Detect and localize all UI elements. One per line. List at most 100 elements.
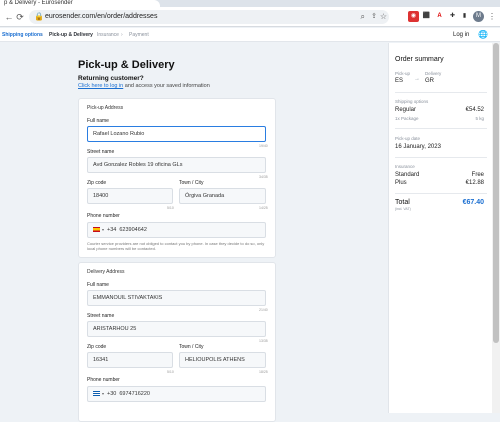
delivery-full-name-input[interactable]: EMMANOUIL STIVAKTAKIS — [87, 290, 266, 306]
reload-icon[interactable]: ⟳ — [14, 11, 26, 23]
pickup-label: Pick-up — [395, 71, 411, 76]
page-scrollbar[interactable] — [492, 43, 500, 413]
total-vat-note: (incl. VAT) — [395, 207, 411, 211]
field-label: Phone number — [87, 377, 120, 383]
address-bar[interactable]: 🔒 eurosender.com/en/order/addresses ⌕ ⇪ … — [29, 10, 389, 24]
returning-customer-title: Returning customer? — [78, 75, 144, 82]
pdf-extension-icon[interactable]: ⬛ — [421, 11, 432, 22]
pickup-full-name-input[interactable]: Rafael Lozano Rubio — [87, 126, 266, 142]
chevron-right-icon: › — [121, 32, 123, 38]
char-count: 13/35 — [259, 339, 268, 343]
char-count: 5/10 — [167, 370, 174, 374]
checkout-header: Shipping options › Pick-up & Delivery › … — [0, 28, 500, 42]
char-count: 34/35 — [259, 175, 268, 179]
char-count: 5/10 — [167, 206, 174, 210]
pickup-phone-input[interactable]: ▾ +34 623904642 — [87, 222, 266, 238]
returning-suffix: and access your saved information — [123, 83, 210, 89]
insurance-plus: Plus — [395, 180, 407, 186]
step-shipping-options[interactable]: Shipping options — [2, 28, 43, 42]
card-title: Delivery Address — [87, 269, 125, 275]
chevron-right-icon: › — [89, 32, 91, 38]
delivery-street-input[interactable]: ARISTARHOU 25 — [87, 321, 266, 337]
field-label: Town / City — [179, 180, 204, 186]
url-text: eurosender.com/en/order/addresses — [45, 13, 158, 20]
card-title: Pick-up Address — [87, 105, 124, 111]
scrollbar-thumb[interactable] — [493, 43, 499, 343]
chevron-down-icon[interactable]: ▾ — [102, 227, 104, 232]
step-insurance: Insurance — [97, 32, 119, 38]
puzzle-extensions-icon[interactable]: ✚ — [447, 11, 458, 22]
char-count: 19/40 — [259, 144, 268, 148]
divider — [395, 92, 487, 93]
lock-icon: 🔒 — [34, 12, 44, 21]
phone-number: 623904642 — [119, 227, 147, 233]
total-label: Total — [395, 199, 410, 206]
globe-icon[interactable]: 🌐 — [478, 28, 488, 42]
delivery-country: GR — [425, 78, 434, 84]
phone-code: +34 — [107, 227, 117, 233]
total-value: €67.40 — [462, 199, 484, 206]
returning-customer-text: Click here to log in and access your sav… — [78, 83, 210, 89]
char-count: 21/40 — [259, 308, 268, 312]
package-label: 1x Package — [395, 116, 419, 121]
greece-flag-icon[interactable] — [93, 391, 100, 397]
spain-flag-icon[interactable] — [93, 227, 100, 233]
field-label: Street name — [87, 149, 115, 155]
divider — [395, 128, 487, 129]
browser-tabbar: p & Delivery - Eurosender — [0, 0, 500, 7]
chevron-right-icon: › — [41, 32, 43, 38]
profile-avatar[interactable]: M — [473, 11, 484, 22]
field-label: Town / City — [179, 344, 204, 350]
chevron-down-icon[interactable]: ▾ — [102, 391, 104, 396]
arrow-right-icon: → — [414, 76, 420, 82]
delivery-label: Delivery — [425, 71, 442, 76]
delivery-phone-input[interactable]: ▾ +30 6974716220 — [87, 386, 266, 402]
pickup-date-label: Pick-up date — [395, 136, 421, 141]
bookmark-star-icon[interactable]: ☆ — [380, 10, 387, 24]
browser-tab[interactable]: p & Delivery - Eurosender — [0, 0, 160, 7]
field-label: Full name — [87, 118, 109, 124]
delivery-city-input[interactable]: HELIOUPOLIS ATHENS — [179, 352, 266, 368]
phone-number: 6974716220 — [119, 391, 150, 397]
zoom-icon[interactable]: ⌕ — [361, 10, 365, 24]
acrobat-icon[interactable]: A — [434, 11, 445, 22]
delivery-address-card: Delivery Address Full name EMMANOUIL STI… — [78, 262, 276, 422]
summary-title: Order summary — [395, 56, 444, 63]
char-count: 14/25 — [259, 206, 268, 210]
login-here-link[interactable]: Click here to log in — [78, 83, 123, 89]
divider — [395, 157, 487, 158]
char-count: 18/25 — [259, 370, 268, 374]
browser-toolbar: ← ⟳ 🔒 eurosender.com/en/order/addresses … — [0, 7, 500, 27]
insurance-standard-price: Free — [471, 172, 484, 178]
shipping-name: Regular — [395, 107, 417, 113]
shipping-price: €54.52 — [465, 107, 484, 113]
field-label: Zip code — [87, 180, 107, 186]
phone-code: +30 — [107, 391, 117, 397]
package-weight: 5 kg — [475, 116, 484, 121]
divider — [395, 193, 487, 194]
pickup-address-card: Pick-up Address Full name Rafael Lozano … — [78, 98, 276, 258]
field-label: Zip code — [87, 344, 107, 350]
insurance-plus-price: €12.88 — [465, 180, 484, 186]
field-label: Full name — [87, 282, 109, 288]
main-content: Pick-up & Delivery Returning customer? C… — [0, 43, 500, 422]
pickup-date: 16 January, 2023 — [395, 144, 441, 150]
pickup-street-input[interactable]: Avd Gonzalez Robles 19 oficina GLs — [87, 157, 266, 173]
step-payment: Payment — [129, 32, 149, 38]
shipping-options-label: Shipping options — [395, 99, 429, 104]
menu-dots-icon[interactable]: ⋮ — [488, 11, 496, 22]
insurance-standard: Standard — [395, 172, 420, 178]
share-icon[interactable]: ⇪ — [371, 10, 377, 24]
login-link[interactable]: Log in — [453, 28, 469, 42]
field-label: Phone number — [87, 213, 120, 219]
page-title: Pick-up & Delivery — [78, 59, 175, 71]
extension-badge-icon[interactable]: ◉ — [408, 11, 419, 22]
pickup-zip-input[interactable]: 18400 — [87, 188, 173, 204]
order-summary: Order summary Pick-up Delivery ES → GR S… — [388, 43, 492, 413]
step-pickup-delivery[interactable]: Pick-up & Delivery — [49, 28, 93, 42]
pickup-city-input[interactable]: Órgiva Granada — [179, 188, 266, 204]
field-label: Street name — [87, 313, 115, 319]
pickup-country: ES — [395, 78, 404, 84]
sidebar-icon[interactable]: ▮ — [459, 11, 470, 22]
delivery-zip-input[interactable]: 16341 — [87, 352, 173, 368]
